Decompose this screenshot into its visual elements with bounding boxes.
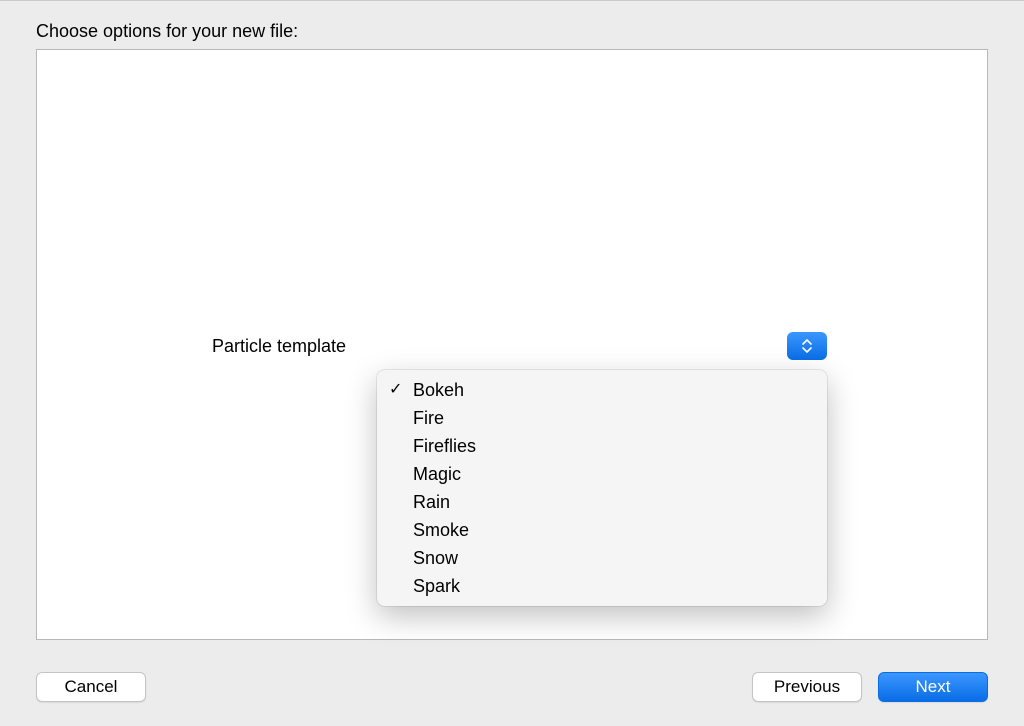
dropdown-item-smoke[interactable]: Smoke: [377, 516, 827, 544]
previous-button[interactable]: Previous: [752, 672, 862, 702]
dropdown-item-fireflies[interactable]: Fireflies: [377, 432, 827, 460]
dropdown-item-spark[interactable]: Spark: [377, 572, 827, 600]
template-select-button[interactable]: [787, 332, 827, 360]
footer-right: Previous Next: [752, 672, 988, 702]
content-frame: Particle template Bokeh Fire Fireflies M…: [36, 49, 988, 640]
dropdown-item-snow[interactable]: Snow: [377, 544, 827, 572]
next-button[interactable]: Next: [878, 672, 988, 702]
template-dropdown: Bokeh Fire Fireflies Magic Rain Smoke Sn…: [377, 370, 827, 606]
cancel-button[interactable]: Cancel: [36, 672, 146, 702]
dropdown-item-bokeh[interactable]: Bokeh: [377, 376, 827, 404]
dropdown-item-magic[interactable]: Magic: [377, 460, 827, 488]
template-row: Particle template: [212, 336, 812, 357]
chevrons-icon: [802, 339, 812, 353]
dropdown-item-fire[interactable]: Fire: [377, 404, 827, 432]
dialog-window: Choose options for your new file: Partic…: [0, 0, 1024, 726]
footer: Cancel Previous Next: [36, 672, 988, 702]
dropdown-item-rain[interactable]: Rain: [377, 488, 827, 516]
template-label: Particle template: [212, 336, 346, 357]
dialog-title: Choose options for your new file:: [36, 21, 298, 42]
